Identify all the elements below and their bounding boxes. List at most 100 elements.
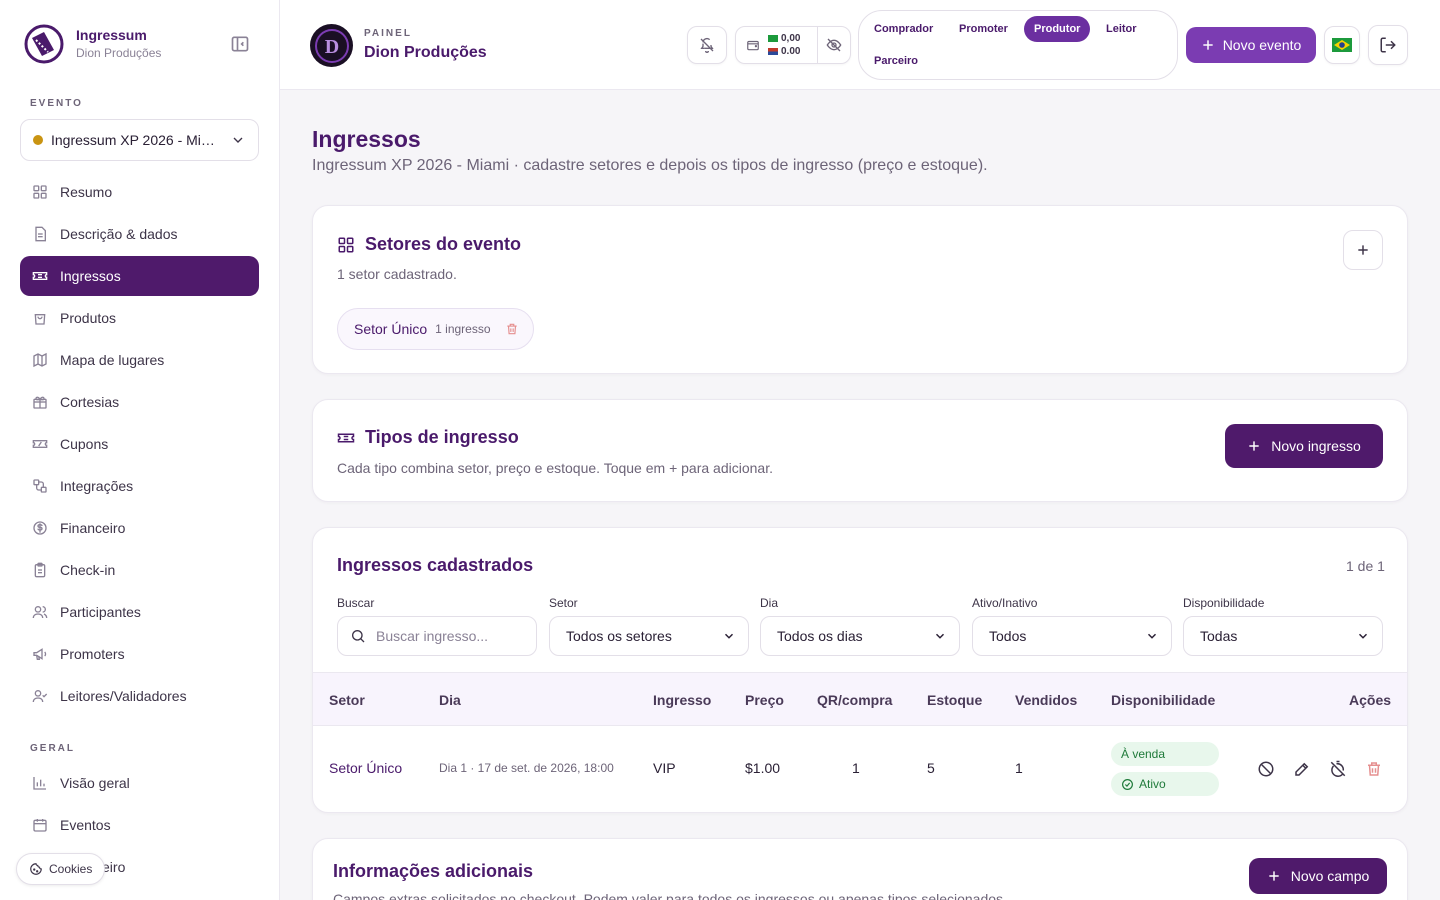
- user-check-icon: [32, 688, 48, 704]
- event-select-value: Ingressum XP 2026 - Miami: [51, 132, 222, 148]
- status-badge: Ativo: [1111, 772, 1219, 796]
- sidebar-item-cortesias[interactable]: Cortesias: [20, 382, 259, 422]
- top-header: D PAINEL Dion Produções 0,00 0.00 Compra…: [280, 0, 1440, 90]
- column-header: Preço: [745, 692, 784, 708]
- new-event-label: Novo evento: [1222, 37, 1302, 53]
- timer-off-icon[interactable]: [1329, 760, 1349, 780]
- map-icon: [32, 352, 48, 368]
- sidebar-item-label: Cupons: [60, 436, 109, 452]
- brand[interactable]: Ingressum Dion Produções: [24, 24, 161, 64]
- collapse-sidebar-icon[interactable]: [230, 34, 250, 54]
- role-parceiro[interactable]: Parceiro: [864, 48, 928, 74]
- availability-filter-value: Todas: [1200, 628, 1238, 644]
- sidebar-item-checkin[interactable]: Check-in: [20, 550, 259, 590]
- sidebar-item-ingressos[interactable]: Ingressos: [20, 256, 259, 296]
- new-ticket-button[interactable]: Novo ingresso: [1225, 424, 1383, 468]
- role-leitor[interactable]: Leitor: [1096, 16, 1147, 42]
- role-promoter[interactable]: Promoter: [949, 16, 1018, 42]
- sidebar-item-financeiro[interactable]: Financeiro: [20, 508, 259, 548]
- row-price: $1.00: [745, 760, 781, 776]
- chevron-down-icon: [1356, 629, 1370, 643]
- check-circle-icon: [1121, 778, 1134, 791]
- role-switcher: Comprador Promoter Produtor Leitor Parce…: [858, 10, 1178, 80]
- sector-filter-select[interactable]: Todos os setores: [549, 616, 749, 656]
- add-sector-button[interactable]: [1343, 230, 1383, 270]
- sectors-count: 1 setor cadastrado.: [337, 266, 457, 282]
- logout-icon: [1379, 36, 1397, 54]
- svg-text:D: D: [324, 36, 338, 58]
- sidebar-item-descricao[interactable]: Descrição & dados: [20, 214, 259, 254]
- additional-info-card: Informações adicionais Campos extras sol…: [312, 838, 1408, 900]
- hide-balance-button[interactable]: [818, 37, 850, 53]
- new-event-button[interactable]: Novo evento: [1186, 27, 1316, 63]
- table-header: Setor Dia Ingresso Preço QR/compra Estoq…: [313, 672, 1407, 726]
- additional-subtitle: Campos extras solicitados no checkout. P…: [333, 891, 1007, 900]
- ticket-types-title-text: Tipos de ingresso: [365, 427, 519, 447]
- sidebar-item-label: Ingressos: [60, 268, 121, 284]
- plus-icon: [1267, 869, 1281, 883]
- search-icon: [350, 628, 366, 644]
- cookie-icon: [29, 862, 43, 876]
- bell-off-icon: [699, 37, 715, 53]
- cookies-label: Cookies: [49, 862, 93, 876]
- column-header: Disponibilidade: [1111, 692, 1216, 708]
- role-produtor[interactable]: Produtor: [1024, 16, 1091, 42]
- page-title: Ingressos: [312, 126, 421, 152]
- additional-title: Informações adicionais: [333, 861, 534, 881]
- sector-chip-count: 1 ingresso: [435, 322, 491, 336]
- sidebar-item-cupons[interactable]: Cupons: [20, 424, 259, 464]
- event-section-label: EVENTO: [30, 98, 83, 109]
- sidebar-item-integracoes[interactable]: Integrações: [20, 466, 259, 506]
- active-filter-select[interactable]: Todos: [972, 616, 1172, 656]
- chart-icon: [32, 775, 48, 791]
- wallet-usd-value: 0.00: [781, 46, 801, 57]
- sidebar-item-label: Leitores/Validadores: [60, 688, 187, 704]
- cookies-button[interactable]: Cookies: [16, 853, 106, 885]
- new-ticket-label: Novo ingresso: [1271, 438, 1361, 454]
- search-field[interactable]: Buscar ingresso...: [337, 616, 537, 656]
- sidebar-item-label: Produtos: [60, 310, 117, 326]
- sidebar-item-promoters[interactable]: Promoters: [20, 634, 259, 674]
- role-comprador[interactable]: Comprador: [864, 16, 943, 42]
- wallet-brl-value: 0,00: [781, 33, 801, 44]
- trash-icon[interactable]: [1365, 760, 1385, 780]
- sidebar-item-produtos[interactable]: Produtos: [20, 298, 259, 338]
- sidebar-item-label: Integrações: [60, 478, 134, 494]
- sidebar-item-eventos[interactable]: Eventos: [20, 805, 259, 845]
- sidebar-item-label: Resumo: [60, 184, 113, 200]
- ban-icon[interactable]: [1257, 760, 1277, 780]
- column-header: Ações: [1349, 692, 1392, 708]
- sidebar-item-mapa[interactable]: Mapa de lugares: [20, 340, 259, 380]
- wallet-balance[interactable]: 0,00 0.00: [736, 27, 818, 63]
- wallet-icon: [746, 38, 760, 52]
- sector-filter-value: Todos os setores: [566, 628, 672, 644]
- edit-icon[interactable]: [1293, 760, 1313, 780]
- new-field-button[interactable]: Novo campo: [1249, 858, 1387, 894]
- notifications-button[interactable]: [687, 26, 727, 64]
- grid-icon: [32, 184, 48, 200]
- day-filter-select[interactable]: Todos os dias: [760, 616, 960, 656]
- sidebar-item-resumo[interactable]: Resumo: [20, 172, 259, 212]
- language-button[interactable]: [1324, 26, 1360, 64]
- new-field-label: Novo campo: [1290, 868, 1370, 884]
- row-day: Dia 1 · 17 de set. de 2026, 18:00: [439, 761, 614, 775]
- sector-chip[interactable]: Setor Único 1 ingresso: [337, 308, 534, 350]
- sidebar-item-label: Participantes: [60, 604, 141, 620]
- brand-logo: [24, 24, 64, 64]
- event-select[interactable]: Ingressum XP 2026 - Miami: [20, 119, 259, 161]
- search-placeholder: Buscar ingresso...: [376, 628, 489, 644]
- sectors-card: Setores do evento 1 setor cadastrado. Se…: [312, 205, 1408, 374]
- sidebar-item-participantes[interactable]: Participantes: [20, 592, 259, 632]
- active-badge-label: Ativo: [1139, 777, 1166, 791]
- active-filter-value: Todos: [989, 628, 1027, 644]
- event-nav: Resumo Descrição & dados Ingressos Produ…: [20, 172, 259, 718]
- sidebar-item-label: Mapa de lugares: [60, 352, 165, 368]
- sidebar-item-visao-geral[interactable]: Visão geral: [20, 763, 259, 803]
- ticket-icon: [32, 268, 48, 284]
- sidebar-item-leitores[interactable]: Leitores/Validadores: [20, 676, 259, 716]
- logout-button[interactable]: [1368, 25, 1408, 65]
- availability-filter-select[interactable]: Todas: [1183, 616, 1383, 656]
- brand-subtitle: Dion Produções: [76, 46, 162, 60]
- active-filter-label: Ativo/Inativo: [972, 596, 1038, 610]
- trash-icon[interactable]: [505, 322, 519, 336]
